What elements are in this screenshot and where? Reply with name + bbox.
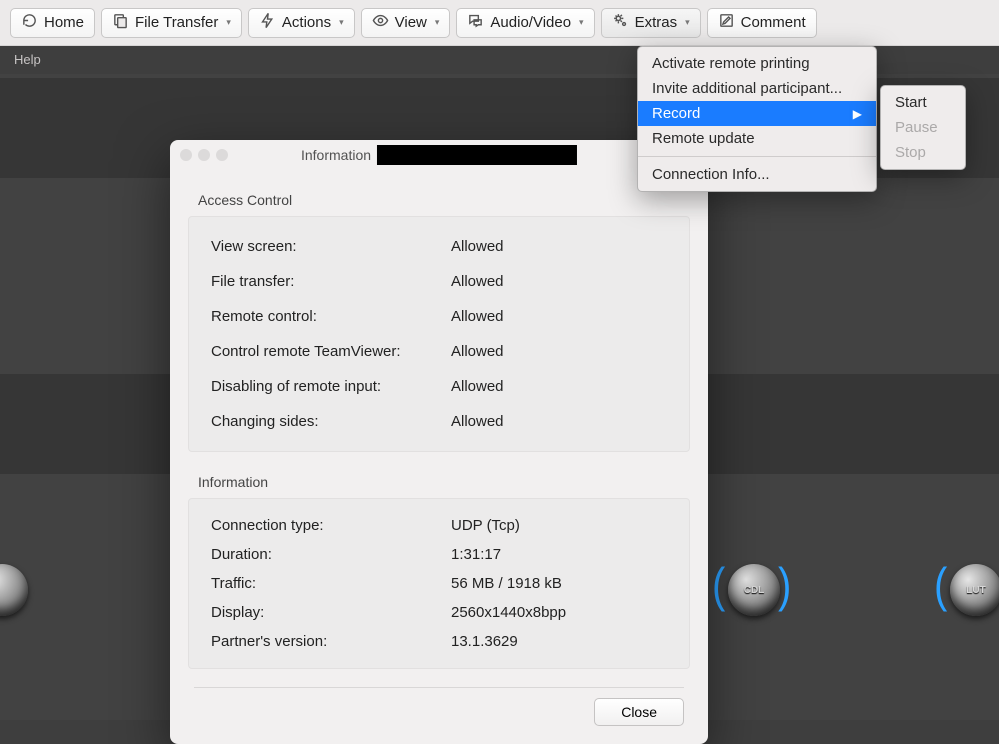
home-icon [21,12,38,33]
menu-item-remote-update[interactable]: Remote update [638,126,876,151]
chevron-down-icon: ▾ [685,17,690,28]
extras-menu: Activate remote printing Invite addition… [637,46,877,192]
chevron-down-icon: ▾ [339,17,344,28]
info-row: Connection type:UDP (Tcp) [211,511,667,540]
bg-node [0,564,28,616]
edit-icon [718,12,735,33]
chevron-down-icon: ▾ [579,17,584,28]
access-row: Changing sides:Allowed [211,404,667,439]
access-control-heading: Access Control [170,170,708,216]
access-row: File transfer:Allowed [211,264,667,299]
view-button[interactable]: View ▾ [361,8,451,38]
home-button[interactable]: Home [10,8,95,38]
menu-item-activate-printing[interactable]: Activate remote printing [638,51,876,76]
menu-item-connection-info[interactable]: Connection Info... [638,162,876,187]
comment-label: Comment [741,14,806,31]
redacted-partner-id [377,145,577,165]
dialog-titlebar[interactable]: Information [170,140,708,170]
bg-node-cdl: CDL [728,564,780,616]
access-row: View screen:Allowed [211,229,667,264]
info-row: Display:2560x1440x8bpp [211,598,667,627]
bg-bracket: ( [934,560,947,614]
menu-item-record[interactable]: Record ▶ [638,101,876,126]
dialog-title: Information [301,145,577,165]
bg-node-lut: LUT [950,564,999,616]
actions-label: Actions [282,14,331,31]
access-row: Control remote TeamViewer:Allowed [211,334,667,369]
menu-item-record-pause: Pause [881,115,965,140]
top-toolbar: Home File Transfer ▾ Actions ▾ View ▾ Au… [0,0,999,46]
info-row: Traffic:56 MB / 1918 kB [211,569,667,598]
view-label: View [395,14,427,31]
chevron-down-icon: ▾ [226,17,231,28]
chat-icon [467,12,484,33]
menu-item-record-stop: Stop [881,140,965,165]
bg-bracket: ) [778,560,791,614]
information-panel: Connection type:UDP (Tcp) Duration:1:31:… [188,498,690,669]
connection-info-dialog: Information Access Control View screen:A… [170,140,708,744]
chevron-down-icon: ▾ [435,17,440,28]
dialog-separator [194,687,684,688]
file-transfer-icon [112,12,129,33]
extras-label: Extras [635,14,678,31]
actions-button[interactable]: Actions ▾ [248,8,355,38]
extras-button[interactable]: Extras ▾ [601,8,701,38]
record-submenu: Start Pause Stop [880,85,966,170]
menu-separator [638,156,876,157]
menu-item-record-start[interactable]: Start [881,90,965,115]
help-label: Help [14,52,41,67]
submenu-arrow-icon: ▶ [853,107,862,121]
traffic-light-close[interactable] [180,149,192,161]
access-row: Disabling of remote input:Allowed [211,369,667,404]
traffic-light-zoom[interactable] [216,149,228,161]
menu-item-invite-participant[interactable]: Invite additional participant... [638,76,876,101]
file-transfer-button[interactable]: File Transfer ▾ [101,8,242,38]
audio-video-label: Audio/Video [490,14,571,31]
lightning-icon [259,12,276,33]
home-label: Home [44,14,84,31]
eye-icon [372,12,389,33]
audio-video-button[interactable]: Audio/Video ▾ [456,8,594,38]
information-heading: Information [170,452,708,498]
traffic-light-minimize[interactable] [198,149,210,161]
close-button[interactable]: Close [594,698,684,726]
gears-icon [612,12,629,33]
dialog-footer: Close [170,698,708,726]
bg-bracket: ( [712,560,725,614]
access-row: Remote control:Allowed [211,299,667,334]
info-row: Duration:1:31:17 [211,540,667,569]
file-transfer-label: File Transfer [135,14,218,31]
comment-button[interactable]: Comment [707,8,817,38]
info-row: Partner's version:13.1.3629 [211,627,667,656]
access-control-panel: View screen:Allowed File transfer:Allowe… [188,216,690,452]
